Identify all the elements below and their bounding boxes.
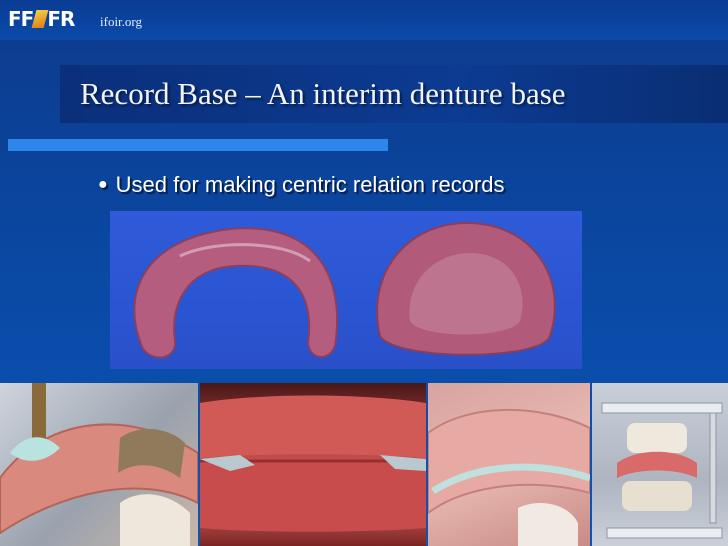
- slide-title: Record Base – An interim denture base: [80, 76, 566, 111]
- flame-logo-icon: [31, 10, 49, 28]
- bite-registration-illustration: [428, 408, 590, 546]
- accent-bar: [8, 139, 388, 151]
- wax-rim-illustration: [0, 383, 198, 546]
- occlusal-rims-photo: [200, 383, 426, 546]
- wax-rim-photo: [0, 383, 198, 546]
- record-bases-photo: [110, 211, 582, 369]
- bullet-item: ● Used for making centric relation recor…: [98, 172, 505, 198]
- site-url: ifoir.org: [100, 14, 143, 29]
- occlusal-rims-illustration: [200, 395, 426, 532]
- record-bases-illustration: [133, 221, 556, 359]
- articulator-photo: [592, 383, 728, 546]
- top-bar: FF FR ifoir.org: [0, 0, 728, 40]
- bite-registration-photo: [428, 383, 590, 546]
- articulator-illustration: [601, 402, 723, 539]
- bullet-text: Used for making centric relation records: [115, 172, 505, 197]
- bullet-dot-icon: ●: [98, 176, 108, 193]
- ffofr-logo: FF FR: [8, 7, 75, 31]
